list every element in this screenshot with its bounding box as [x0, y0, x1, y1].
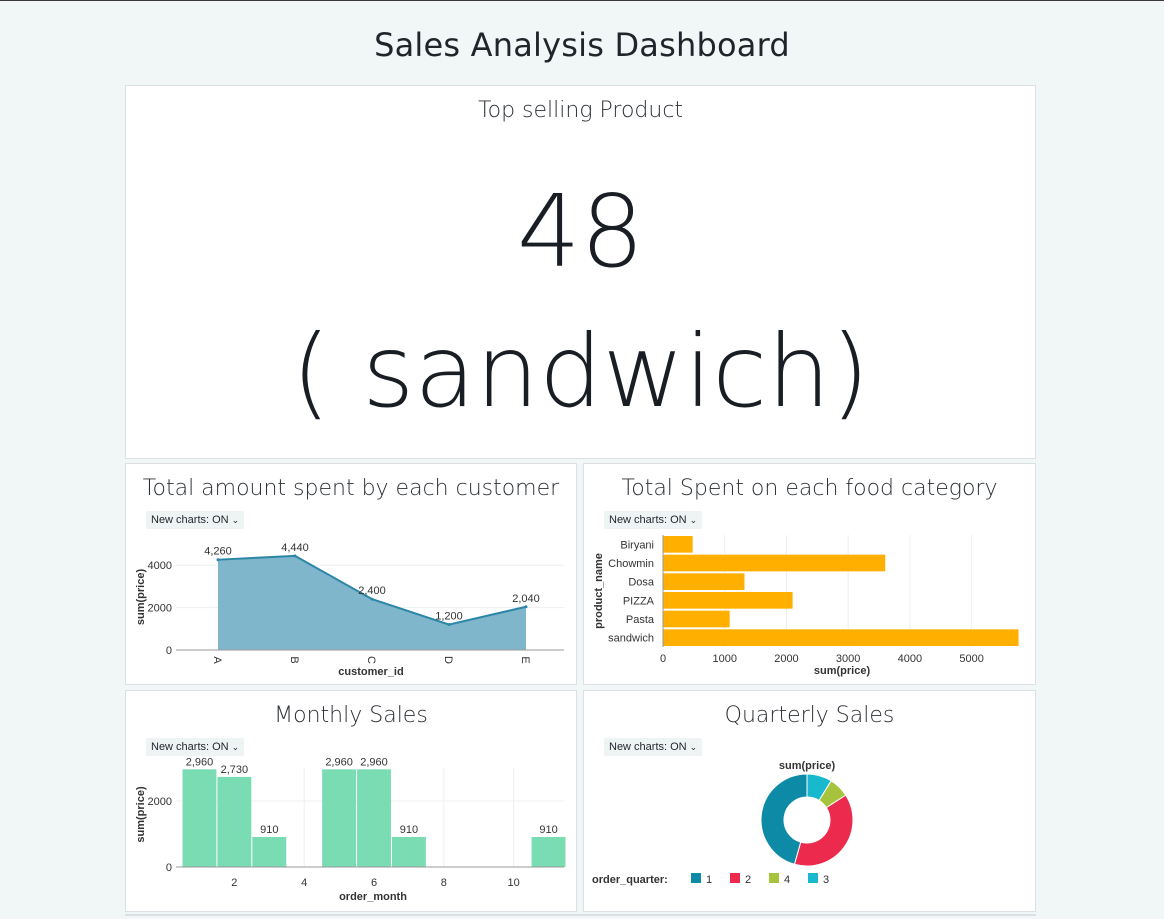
data-point	[370, 597, 374, 601]
x-tick-label: D	[442, 656, 454, 664]
legend-label: 2	[745, 874, 751, 886]
data-label: 2,730	[221, 764, 249, 776]
x-tick-label: 2	[231, 877, 237, 889]
y-tick-label: Pasta	[626, 614, 655, 626]
monthly-chart-card: Monthly Sales New charts: ON ⌄ 0 2000 2 4 6 8 1…	[125, 690, 577, 912]
quarterly-chart-title: Quarterly Sales	[724, 703, 895, 728]
y-axis-label: product_name	[593, 553, 605, 629]
y-axis-label: sum(price)	[135, 569, 147, 626]
bar	[531, 836, 566, 867]
x-axis-label: order_month	[339, 891, 407, 903]
kpi-title: Top selling Product	[477, 98, 684, 123]
legend-swatch	[769, 873, 779, 883]
category-chart-title: Total Spent on each food category	[621, 476, 998, 501]
quarterly-donut-chart: sum(price) order_quarter: 1 2 4 3	[592, 760, 854, 886]
data-point	[524, 605, 528, 609]
data-label: 4,440	[281, 542, 309, 554]
y-tick-label: 0	[166, 862, 172, 874]
data-label: 910	[260, 824, 278, 836]
x-tick-label: 5000	[959, 653, 983, 665]
chart-label: sum(price)	[779, 760, 836, 772]
y-tick-label: 0	[166, 645, 172, 657]
area-fill	[218, 555, 526, 650]
y-tick-label: 4000	[148, 560, 172, 572]
x-tick-label: A	[211, 656, 223, 664]
y-tick-label: Chowmin	[608, 558, 654, 570]
y-tick-label: Dosa	[628, 577, 655, 589]
data-label: 4,260	[204, 546, 232, 558]
x-tick-label: 10	[508, 877, 520, 889]
x-tick-label: 2000	[774, 653, 798, 665]
x-tick-label: E	[519, 656, 531, 663]
customer-chart-card: Total amount spent by each customer New …	[125, 463, 577, 685]
bar	[663, 610, 730, 628]
x-axis-label: customer_id	[338, 666, 403, 678]
data-label: 2,960	[186, 756, 214, 768]
data-label: 2,400	[358, 585, 386, 597]
x-tick-label: 0	[660, 653, 666, 665]
data-point	[216, 558, 220, 562]
legend-label: 1	[706, 874, 712, 886]
data-point	[293, 554, 297, 558]
x-tick-label: B	[288, 656, 300, 663]
x-tick-label: 4	[301, 877, 307, 889]
x-tick-label: 3000	[836, 653, 860, 665]
bar	[663, 629, 1019, 646]
bar	[663, 592, 793, 609]
data-point	[447, 623, 451, 627]
data-label: 910	[400, 824, 418, 836]
y-tick-label: Biryani	[620, 539, 654, 551]
x-tick-label: 8	[441, 877, 447, 889]
data-label: 2,960	[325, 756, 353, 768]
y-tick-label: 2000	[148, 603, 172, 615]
bar	[217, 776, 252, 867]
bar	[322, 769, 357, 867]
y-axis-label: sum(price)	[135, 786, 147, 843]
category-bar-chart: 0 1000 2000 3000 4000 5000 Biryani Chowmin Dosa P…	[593, 535, 1019, 677]
bar	[252, 836, 287, 867]
y-tick-label: PIZZA	[623, 595, 655, 607]
data-label: 1,200	[435, 611, 463, 623]
legend-swatch	[808, 873, 818, 883]
data-label: 2,960	[360, 756, 388, 768]
next-card-edge	[125, 914, 1036, 916]
y-tick-label: sandwich	[608, 633, 654, 645]
category-chart-card: Total Spent on each food category New ch…	[583, 463, 1036, 685]
kpi-card: Top selling Product 48 ( sandwich)	[125, 85, 1036, 459]
legend-title: order_quarter:	[592, 874, 668, 886]
bar	[663, 554, 886, 572]
y-tick-label: 2000	[148, 796, 172, 808]
x-tick-label: 6	[371, 877, 377, 889]
bar	[663, 536, 693, 553]
legend-swatch	[730, 873, 740, 883]
donut-slice	[793, 794, 854, 867]
kpi-value: 48	[516, 173, 645, 290]
monthly-chart-title: Monthly Sales	[274, 703, 428, 728]
bar	[357, 769, 391, 867]
bar	[182, 769, 217, 867]
legend-label: 4	[784, 874, 790, 886]
top-border	[0, 0, 1164, 1]
x-axis-label: sum(price)	[814, 665, 871, 677]
x-tick-label: 4000	[898, 653, 922, 665]
quarterly-chart-card: Quarterly Sales New charts: ON ⌄ sum(pric…	[583, 690, 1036, 912]
data-label: 2,040	[512, 593, 540, 605]
x-tick-label: 1000	[712, 653, 736, 665]
data-label: 910	[539, 824, 557, 836]
legend-swatch	[691, 873, 701, 883]
customer-area-chart: 0 2000 4000 4,260 A 4,440 B 2,400 C 1,200 D 2,040 Ec…	[135, 542, 564, 678]
dashboard-title: Sales Analysis Dashboard	[374, 26, 790, 64]
monthly-bar-chart: 0 2000 2 4 6 8 10 2,960 2,730 910 2,960 2,960 910 910…	[135, 756, 566, 903]
x-tick-label: C	[365, 656, 377, 664]
legend-label: 3	[823, 874, 829, 886]
customer-chart-title: Total amount spent by each customer	[142, 476, 560, 501]
bar	[391, 836, 426, 867]
kpi-subtitle: ( sandwich)	[291, 313, 870, 430]
bar	[663, 573, 745, 590]
